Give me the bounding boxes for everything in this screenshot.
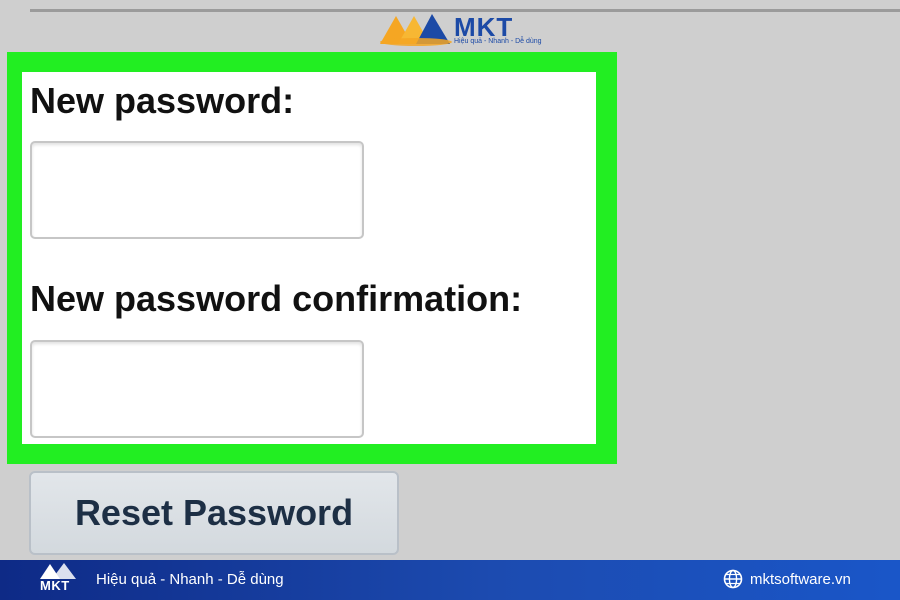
footer-tagline: Hiệu quả - Nhanh - Dễ dùng	[96, 571, 284, 588]
new-password-input[interactable]	[30, 141, 364, 239]
new-password-label: New password:	[30, 80, 295, 121]
reset-password-button[interactable]: Reset Password	[29, 471, 399, 555]
new-password-confirmation-input[interactable]	[30, 340, 364, 438]
footer-banner: MKT Hiệu quả - Nhanh - Dễ dùng mktsoftwa…	[0, 560, 900, 600]
logo-tagline: Hiệu quả - Nhanh - Dễ dùng	[454, 38, 542, 45]
new-password-confirmation-label: New password confirmation:	[30, 278, 523, 319]
password-form-panel: New password: New password confirmation:	[22, 72, 596, 444]
mkt-watermark-logo: MKT Hiệu quả - Nhanh - Dễ dùng	[378, 12, 542, 48]
footer-website-link[interactable]: mktsoftware.vn	[750, 571, 851, 588]
footer-logo-text: MKT	[40, 578, 70, 593]
footer-logo: MKT	[38, 562, 82, 598]
mkt-logo-icon	[380, 14, 452, 46]
globe-icon	[723, 569, 743, 589]
